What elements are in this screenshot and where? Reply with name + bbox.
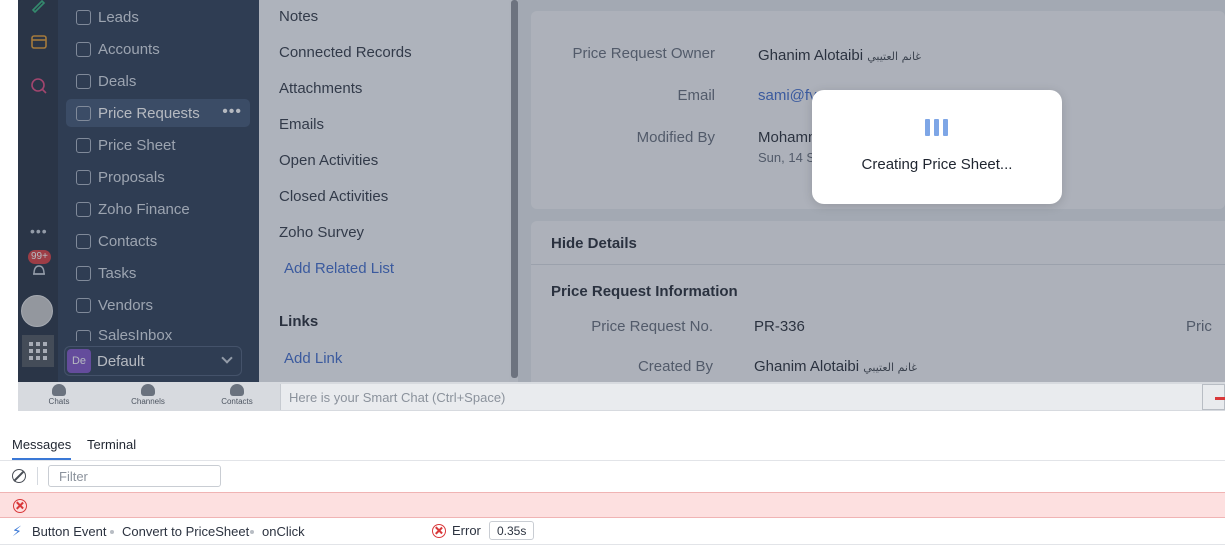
event-status: Error [452, 523, 481, 538]
channels-icon [141, 384, 155, 396]
console-tabs: Messages Terminal [0, 430, 1225, 461]
smart-chat-input[interactable]: Here is your Smart Chat (Ctrl+Space) [280, 384, 1202, 410]
channels-tab-label: Channels [131, 397, 165, 406]
loading-message: Creating Price Sheet... [861, 156, 1013, 173]
tab-terminal[interactable]: Terminal [87, 437, 136, 452]
channels-tab[interactable]: Channels [123, 384, 173, 406]
smart-chat-action-button[interactable] [1202, 384, 1225, 410]
separator-dot [250, 530, 254, 534]
clear-console-icon[interactable] [12, 469, 26, 483]
chats-tab-label: Chats [48, 397, 70, 406]
console-toolbar [0, 461, 1225, 491]
error-message-row[interactable] [0, 492, 1225, 518]
lightning-icon: ⚡ [12, 523, 22, 539]
contacts-tab-label: Contacts [221, 397, 253, 406]
app-window: ••• 99+ Leads Accounts Deals Price Reque… [0, 0, 1225, 553]
separator-dot [110, 530, 114, 534]
event-duration: 0.35s [489, 521, 535, 540]
filter-input[interactable] [48, 465, 221, 487]
error-icon [13, 499, 27, 513]
chats-tab[interactable]: Chats [34, 384, 84, 406]
contact-icon [230, 384, 244, 396]
loading-spinner-icon [925, 119, 948, 136]
event-log-row[interactable]: ⚡ Button Event Convert to PriceSheet onC… [0, 518, 1225, 545]
event-name: Convert to PriceSheet [122, 524, 250, 539]
crm-bottom-bar: Chats Channels Contacts Here is your Sma… [18, 382, 1225, 411]
loading-dialog: Creating Price Sheet... [812, 90, 1062, 204]
toolbar-divider [37, 467, 38, 485]
event-type: Button Event [32, 524, 107, 539]
error-icon [432, 524, 446, 538]
chat-icon [52, 384, 66, 396]
contacts-tab[interactable]: Contacts [212, 384, 262, 406]
event-trigger: onClick [262, 524, 305, 539]
dev-console: Messages Terminal ⚡ Button Event Convert… [0, 430, 1225, 553]
tab-messages[interactable]: Messages [12, 437, 72, 460]
